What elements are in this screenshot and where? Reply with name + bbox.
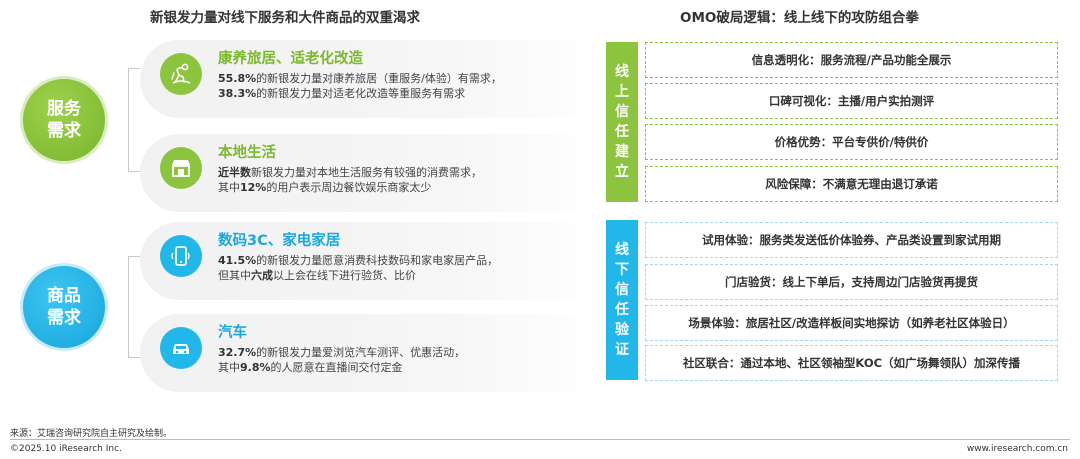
demand-item-title: 康养旅居、适老化改造 [218, 51, 363, 67]
demand-item-digital: 数码3C、家电家居 41.5%的新银发力量愿意消费科技数码和家电家居产品， 但其… [140, 222, 602, 300]
copyright: ©2025.10 iResearch Inc. [10, 444, 122, 454]
right-section-title: OMO破局逻辑：线上线下的攻防组合拳 [680, 10, 919, 26]
online-trust-label-bar: 线上信任建立 [606, 42, 638, 202]
demand-item-description: 55.8%的新银发力量对康养旅居（重服务/体验）有需求， 38.3%的新银发力量… [218, 72, 502, 100]
product-demand-label-1: 商品 [47, 286, 81, 306]
product-demand-label-2: 需求 [47, 308, 81, 328]
offline-trust-label-bar: 线下信任验证 [606, 220, 638, 380]
demand-item-description: 32.7%的新银发力量爱浏览汽车测评、优惠活动， 其中9.8%的人愿意在直播间交… [218, 346, 466, 374]
service-demand-label-2: 需求 [47, 121, 81, 141]
offline-trust-label: 线下信任验证 [615, 242, 629, 358]
demand-item-local-life: 本地生活 近半数新银发力量对本地生活服务有较强的消费需求， 其中12%的用户表示… [140, 134, 602, 212]
online-trust-box: 价格优势：平台专供价/特供价 [645, 124, 1058, 160]
demand-item-description: 近半数新银发力量对本地生活服务有较强的消费需求， 其中12%的用户表示周边餐饮娱… [218, 166, 482, 194]
demand-item-title: 汽车 [218, 325, 247, 341]
demand-item-title: 本地生活 [218, 145, 276, 161]
service-demand-circle: 服务 需求 [20, 76, 108, 164]
website-link[interactable]: www.iresearch.com.cn [967, 444, 1068, 454]
demand-item-elder-travel: 康养旅居、适老化改造 55.8%的新银发力量对康养旅居（重服务/体验）有需求， … [140, 40, 602, 118]
car-icon [160, 327, 202, 369]
product-bracket [128, 256, 140, 358]
elder-travel-icon [160, 53, 202, 95]
service-demand-label-1: 服务 [47, 99, 81, 119]
demand-item-title: 数码3C、家电家居 [218, 233, 341, 249]
left-section-title: 新银发力量对线下服务和大件商品的双重渴求 [150, 10, 420, 26]
demand-item-description: 41.5%的新银发力量愿意消费科技数码和家电家居产品， 但其中六成以上会在线下进… [218, 254, 499, 282]
online-trust-box: 信息透明化：服务流程/产品功能全展示 [645, 42, 1058, 78]
source-note: 来源：艾瑞咨询研究院自主研究及绘制。 [10, 429, 173, 439]
offline-trust-box: 场景体验：旅居社区/改造样板间实地探访（如养老社区体验日） [645, 305, 1058, 341]
service-bracket [128, 68, 140, 172]
demand-item-car: 汽车 32.7%的新银发力量爱浏览汽车测评、优惠活动， 其中9.8%的人愿意在直… [140, 314, 602, 392]
storefront-icon [160, 147, 202, 189]
offline-trust-box: 社区联合：通过本地、社区领袖型KOC（如广场舞领队）加深传播 [645, 345, 1058, 381]
offline-trust-box: 试用体验：服务类发送低价体验券、产品类设置到家试用期 [645, 222, 1058, 258]
smartphone-icon [160, 235, 202, 277]
online-trust-box: 风险保障：不满意无理由退订承诺 [645, 166, 1058, 202]
online-trust-box: 口碑可视化：主播/用户实拍测评 [645, 83, 1058, 119]
offline-trust-box: 门店验货：线上下单后，支持周边门店验货再提货 [645, 264, 1058, 300]
online-trust-label: 线上信任建立 [615, 64, 629, 180]
footer-divider [10, 439, 1070, 440]
product-demand-circle: 商品 需求 [20, 263, 108, 351]
